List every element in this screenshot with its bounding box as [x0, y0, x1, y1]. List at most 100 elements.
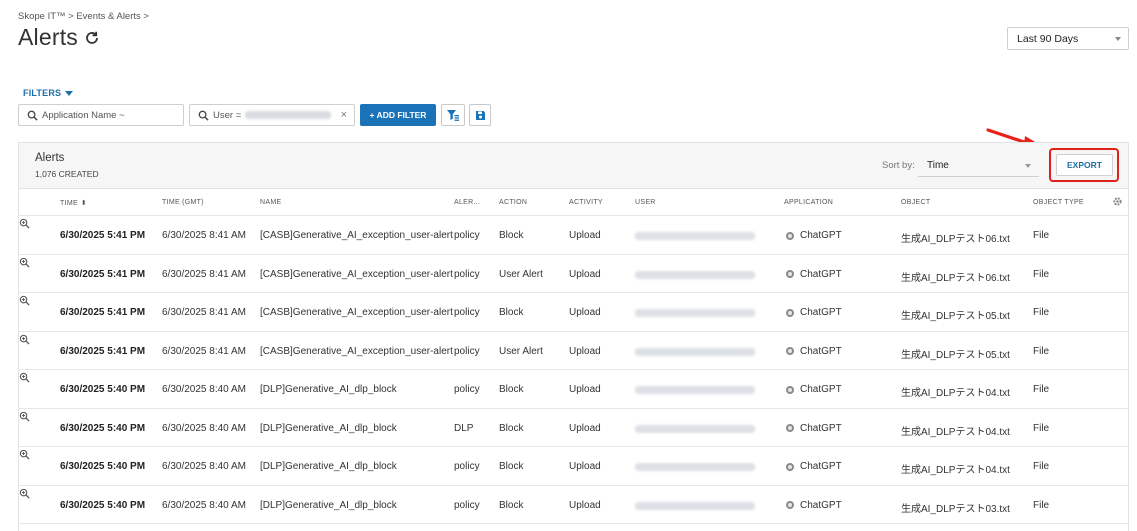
close-icon[interactable]: ×	[341, 109, 347, 121]
alerts-panel: Alerts 1,076 CREATED Sort by: Time EXPOR…	[18, 142, 1129, 531]
export-button[interactable]: EXPORT	[1056, 154, 1113, 176]
cell-activity: Upload	[569, 499, 601, 511]
cell-time: 6/30/2025 5:40 PM	[60, 461, 146, 472]
cell-time: 6/30/2025 5:40 PM	[60, 384, 146, 395]
cell-action: Block	[499, 422, 524, 434]
cell-activity: Upload	[569, 384, 601, 395]
cell-action: User Alert	[499, 268, 543, 280]
table-row[interactable]: 6/30/2025 5:40 PM 6/30/2025 8:40 AM [DLP]G…	[19, 409, 1128, 447]
filters-label: FILTERS	[23, 88, 62, 98]
cell-application: ChatGPT	[786, 423, 842, 434]
col-user[interactable]: USER	[635, 199, 656, 206]
table-row[interactable]: 6/30/2025 5:41 PM 6/30/2025 8:41 AM [CASB]…	[19, 332, 1128, 370]
cell-activity: Upload	[569, 307, 601, 318]
cell-action: Block	[499, 307, 524, 318]
sort-select[interactable]: Time	[918, 154, 1039, 177]
cell-time: 6/30/2025 5:40 PM	[60, 499, 146, 511]
zoom-icon[interactable]	[19, 488, 30, 499]
user-filter-prefix: User =	[213, 109, 242, 121]
col-activity[interactable]: ACTIVITY	[569, 199, 603, 206]
col-time-label: TIME	[60, 200, 78, 207]
refresh-icon[interactable]	[84, 30, 100, 46]
table-row[interactable]: 6/30/2025 5:41 PM 6/30/2025 8:41 AM [CASB]…	[19, 255, 1128, 293]
table-row[interactable]: 6/30/2025 5:41 PM 6/30/2025 8:41 AM [CASB]…	[19, 216, 1128, 255]
add-filter-button[interactable]: + ADD FILTER	[360, 104, 436, 126]
cell-object: 生成AI_DLPテスト04.txt	[901, 426, 1010, 438]
date-range-select[interactable]: Last 90 Days	[1007, 27, 1129, 50]
cell-object-type: File	[1033, 268, 1050, 280]
panel-title: Alerts	[35, 152, 65, 164]
filter-clear-icon	[447, 109, 459, 121]
cell-time: 6/30/2025 5:41 PM	[60, 345, 146, 357]
redacted-user-cell	[635, 270, 755, 279]
cell-object-type: File	[1033, 499, 1050, 511]
cell-application-label: ChatGPT	[800, 384, 842, 395]
chevron-down-icon	[1115, 37, 1121, 41]
zoom-icon[interactable]	[19, 449, 30, 460]
cell-name: [DLP]Generative_AI_dlp_block	[260, 499, 397, 511]
col-object[interactable]: OBJECT	[901, 199, 930, 206]
alerts-panel-header: Alerts 1,076 CREATED Sort by: Time EXPOR…	[19, 143, 1128, 189]
zoom-icon[interactable]	[19, 334, 30, 345]
col-object-type[interactable]: OBJECT TYPE	[1033, 199, 1084, 206]
cell-name: [CASB]Generative_AI_exception_user-alert	[260, 268, 453, 280]
col-application[interactable]: APPLICATION	[784, 199, 833, 206]
cell-action: User Alert	[499, 345, 543, 357]
cell-name: [DLP]Generative_AI_dlp_block	[260, 461, 397, 472]
zoom-icon[interactable]	[19, 372, 30, 383]
cell-time-gmt: 6/30/2025 8:40 AM	[162, 499, 246, 511]
col-time[interactable]: TIME ⬍	[60, 199, 87, 207]
table-row[interactable]: 6/30/2025 5:40 PM 6/30/2025 8:40 AM [DLP]G…	[19, 370, 1128, 409]
cell-alert: policy	[454, 461, 480, 472]
cell-action: Block	[499, 499, 524, 511]
cell-object: 生成AI_DLPテスト04.txt	[901, 388, 1010, 399]
redacted-user-cell	[635, 424, 755, 433]
user-filter[interactable]: User = ×	[189, 104, 355, 126]
table-row[interactable]: 6/30/2025 5:40 PM 6/30/2025 8:40 AM [DLP]G…	[19, 486, 1128, 524]
redacted-user-cell	[635, 309, 755, 317]
cell-activity: Upload	[569, 268, 601, 280]
cell-name: [DLP]Generative_AI_dlp_block	[260, 422, 397, 434]
cell-application-label: ChatGPT	[800, 499, 842, 511]
app-icon	[786, 231, 794, 240]
breadcrumb[interactable]: Skope IT™ > Events & Alerts >	[18, 11, 149, 22]
cell-time-gmt: 6/30/2025 8:40 AM	[162, 422, 246, 434]
zoom-icon[interactable]	[19, 257, 30, 268]
cell-time: 6/30/2025 5:41 PM	[60, 230, 146, 241]
save-filter-button[interactable]	[469, 104, 491, 126]
cell-object: 生成AI_DLPテスト06.txt	[901, 234, 1010, 245]
cell-application: ChatGPT	[786, 461, 842, 472]
cell-activity: Upload	[569, 230, 601, 241]
table-row[interactable]: 6/30/2025 5:40 PM 6/30/2025 8:40 AM [DLP]G…	[19, 447, 1128, 486]
cell-object-type: File	[1033, 422, 1050, 434]
col-action[interactable]: ACTION	[499, 199, 527, 206]
application-filter[interactable]: Application Name ~	[18, 104, 184, 126]
cell-name: [CASB]Generative_AI_exception_user-alert	[260, 345, 453, 357]
cell-time: 6/30/2025 5:41 PM	[60, 307, 146, 318]
filters-toggle[interactable]: FILTERS	[23, 88, 74, 98]
cell-name: [DLP]Generative_AI_dlp_block	[260, 384, 397, 395]
cell-time-gmt: 6/30/2025 8:40 AM	[162, 384, 246, 395]
zoom-icon[interactable]	[19, 295, 30, 306]
cell-application-label: ChatGPT	[800, 461, 842, 472]
table-row[interactable]: 6/30/2025 5:41 PM 6/30/2025 8:41 AM [CASB]…	[19, 293, 1128, 332]
caret-down-icon	[65, 90, 74, 96]
date-range-value: Last 90 Days	[1017, 32, 1079, 45]
col-alert[interactable]: ALER...	[454, 199, 480, 206]
col-time-gmt[interactable]: TIME (GMT)	[162, 199, 204, 206]
cell-name: [CASB]Generative_AI_exception_user-alert	[260, 230, 453, 241]
zoom-icon[interactable]	[19, 411, 30, 422]
app-icon	[786, 501, 794, 509]
zoom-icon[interactable]	[19, 218, 30, 229]
cell-application-label: ChatGPT	[800, 345, 842, 357]
gear-icon[interactable]	[1112, 196, 1123, 207]
cell-time: 6/30/2025 5:40 PM	[60, 422, 146, 434]
app-icon	[786, 308, 794, 317]
col-name[interactable]: NAME	[260, 199, 281, 206]
redacted-user-value	[245, 111, 332, 119]
cell-application-label: ChatGPT	[800, 307, 842, 318]
filter-clear-button[interactable]	[441, 104, 465, 126]
cell-time-gmt: 6/30/2025 8:41 AM	[162, 345, 246, 357]
sort-label: Sort by:	[882, 160, 915, 171]
cell-alert: policy	[454, 499, 480, 511]
